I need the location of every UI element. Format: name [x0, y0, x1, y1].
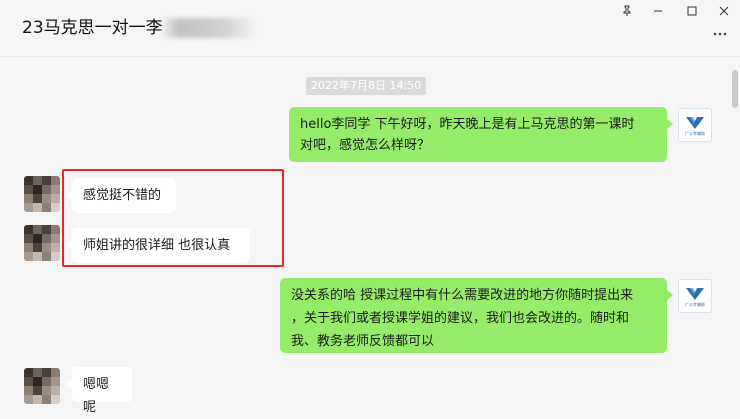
maximize-icon[interactable] — [677, 0, 707, 22]
title-bar: 23马克思一对一李 — [0, 0, 740, 57]
contact-avatar[interactable] — [24, 225, 60, 261]
chat-title: 23马克思一对一李 — [22, 18, 163, 38]
message-text: 感觉挺不错的 — [83, 188, 162, 203]
message-text: 师姐讲的很详细 也很认真 — [83, 238, 231, 253]
more-icon[interactable] — [710, 26, 730, 42]
logo-caption: 广公考辅助 — [685, 131, 705, 136]
contact-avatar[interactable] — [24, 176, 60, 212]
message-bubble-sent[interactable]: hello李同学 下午好呀，昨天晚上是有上马克思的第一课时 对吧，感觉怎么样呀？ — [289, 107, 673, 162]
message-line: ，关于我们或者授课学姐的建议，我们也会改进的。随时和 — [291, 311, 630, 326]
scrollbar[interactable] — [732, 70, 738, 108]
logo-icon — [686, 117, 704, 129]
blurred-title-text — [160, 18, 256, 38]
message-line: 没关系的哈 授课过程中有什么需要改进的地方你随时提出来 — [291, 288, 634, 303]
pin-icon[interactable] — [612, 0, 642, 22]
logo-icon — [686, 288, 704, 300]
minimize-icon[interactable] — [643, 0, 673, 22]
self-avatar[interactable]: 广公考辅助 — [678, 279, 712, 313]
logo-caption: 广公考辅助 — [685, 302, 705, 307]
message-line: 对吧，感觉怎么样呀？ — [300, 138, 431, 153]
message-timestamp: 2022年7月8日 14:50 — [306, 77, 427, 95]
message-line: 我、教务老师反馈都可以 — [291, 334, 435, 349]
message-bubble-received[interactable]: 感觉挺不错的 — [66, 178, 176, 213]
message-line: hello李同学 下午好呀，昨天晚上是有上马克思的第一课时 — [300, 117, 635, 132]
contact-avatar[interactable] — [24, 368, 60, 404]
self-avatar[interactable]: 广公考辅助 — [678, 108, 712, 142]
message-bubble-sent[interactable]: 没关系的哈 授课过程中有什么需要改进的地方你随时提出来 ，关于我们或者授课学姐的… — [280, 278, 673, 353]
close-icon[interactable] — [709, 0, 739, 22]
message-bubble-received[interactable]: 师姐讲的很详细 也很认真 — [66, 228, 250, 263]
message-bubble-received[interactable]: 嗯嗯呢 — [66, 367, 132, 415]
